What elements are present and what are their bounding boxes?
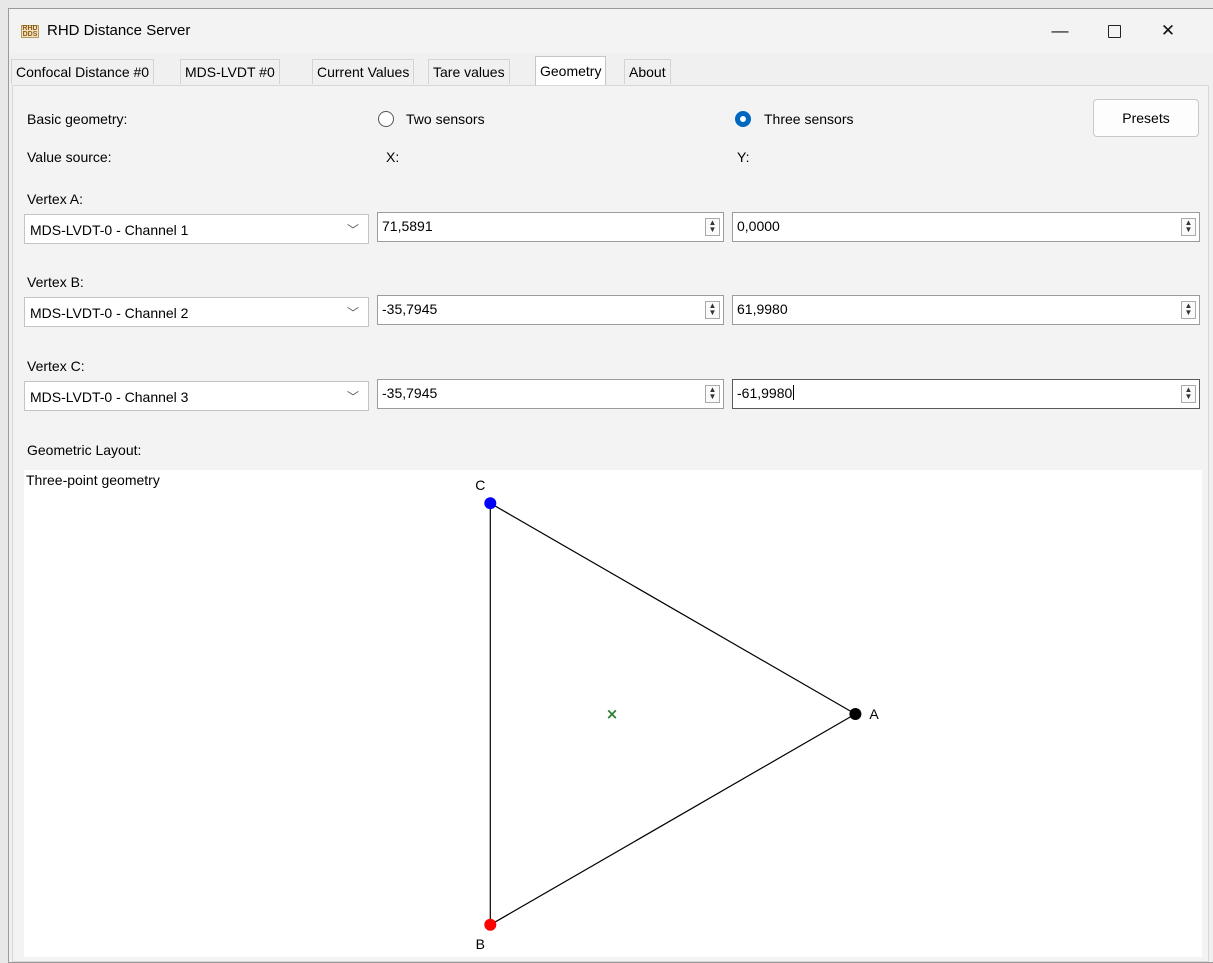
vertex-a-label: Vertex A: [27, 191, 84, 207]
tab-tare-values[interactable]: Tare values [428, 59, 510, 84]
tab-current-values[interactable]: Current Values [312, 59, 415, 84]
minimize-icon: — [1051, 21, 1069, 40]
dropdown-value: MDS-LVDT-0 - Channel 3 [30, 389, 189, 405]
radio-button[interactable] [378, 111, 394, 127]
centroid-marker: × [606, 705, 619, 723]
vertex-a-source-dropdown[interactable]: MDS-LVDT-0 - Channel 1 ﹀ [24, 214, 369, 244]
numeric-value: -35,7945 [382, 385, 438, 401]
numeric-value: 61,9980 [737, 301, 788, 317]
text-caret [793, 385, 795, 400]
numeric-value: -61,9980 [737, 385, 795, 401]
vertex-a-point [849, 708, 862, 720]
spinner-icon[interactable]: ▲ ▼ [1181, 385, 1196, 403]
vertex-b-source-dropdown[interactable]: MDS-LVDT-0 - Channel 2 ﹀ [24, 297, 369, 327]
close-button[interactable]: ✕ [1141, 9, 1195, 53]
vertex-c-source-dropdown[interactable]: MDS-LVDT-0 - Channel 3 ﹀ [24, 381, 369, 411]
chevron-down-icon: ﹀ [346, 390, 359, 404]
basic-geometry-label: Basic geometry: [27, 111, 128, 127]
radio-label[interactable]: Three sensors [764, 111, 853, 127]
vertex-a-y-input[interactable]: 0,0000 ▲ ▼ [732, 212, 1200, 242]
vertex-c-x-input[interactable]: -35,7945 ▲ ▼ [377, 379, 724, 409]
numeric-value: -35,7945 [382, 301, 438, 317]
radio-button-checked[interactable] [735, 111, 751, 127]
x-column-label: X: [386, 149, 400, 165]
spinner-icon[interactable]: ▲ ▼ [1181, 218, 1196, 236]
edge-ab [489, 713, 856, 926]
vertex-a-label: A [869, 706, 879, 722]
y-column-label: Y: [737, 149, 750, 165]
vertex-c-label: C [475, 477, 485, 493]
radio-label[interactable]: Two sensors [406, 111, 485, 127]
maximize-icon [1107, 25, 1121, 39]
vertex-b-y-input[interactable]: 61,9980 ▲ ▼ [732, 295, 1200, 325]
geometry-panel: Basic geometry: Two sensors Three sensor… [12, 85, 1209, 962]
vertex-b-label: B [476, 936, 485, 952]
dropdown-value: MDS-LVDT-0 - Channel 1 [30, 222, 189, 238]
numeric-value: 0,0000 [737, 218, 780, 234]
geometry-canvas: Three-point geometry × A B C [24, 470, 1202, 957]
tab-mds-lvdt[interactable]: MDS-LVDT #0 [180, 59, 280, 84]
vertex-c-point [484, 497, 497, 510]
app-icon: RHD DDS [21, 25, 39, 38]
vertex-a-x-input[interactable]: 71,5891 ▲ ▼ [377, 212, 724, 242]
tab-about[interactable]: About [624, 59, 671, 84]
presets-button[interactable]: Presets [1093, 99, 1199, 137]
tab-geometry[interactable]: Geometry [535, 56, 607, 85]
maximize-button[interactable] [1087, 9, 1141, 53]
geometry-plot: × A B C [475, 477, 879, 952]
spinner-icon[interactable]: ▲ ▼ [1181, 301, 1196, 319]
chevron-down-icon: ﹀ [346, 306, 359, 320]
spinner-icon[interactable]: ▲ ▼ [705, 301, 720, 319]
geometric-layout-label: Geometric Layout: [27, 442, 142, 458]
tab-confocal-distance[interactable]: Confocal Distance #0 [11, 59, 155, 84]
title-bar[interactable]: RHD DDS RHD Distance Server — ✕ [9, 9, 1213, 53]
vertex-b-point [484, 918, 497, 931]
numeric-value: 71,5891 [382, 218, 433, 234]
value-source-label: Value source: [27, 149, 112, 165]
spinner-icon[interactable]: ▲ ▼ [705, 218, 720, 236]
spinner-icon[interactable]: ▲ ▼ [705, 385, 720, 403]
close-icon: ✕ [1160, 21, 1176, 40]
chevron-down-icon: ﹀ [346, 223, 359, 237]
edge-ca [489, 502, 856, 715]
vertex-b-label: Vertex B: [27, 274, 84, 290]
dropdown-value: MDS-LVDT-0 - Channel 2 [30, 305, 189, 321]
app-window: RHD DDS RHD Distance Server — ✕ Confocal … [8, 8, 1213, 963]
minimize-button[interactable]: — [1033, 9, 1087, 53]
vertex-c-label: Vertex C: [27, 358, 85, 374]
vertex-c-y-input[interactable]: -61,9980 ▲ ▼ [732, 379, 1200, 409]
window-title: RHD Distance Server [47, 22, 191, 39]
vertex-b-x-input[interactable]: -35,7945 ▲ ▼ [377, 295, 724, 325]
